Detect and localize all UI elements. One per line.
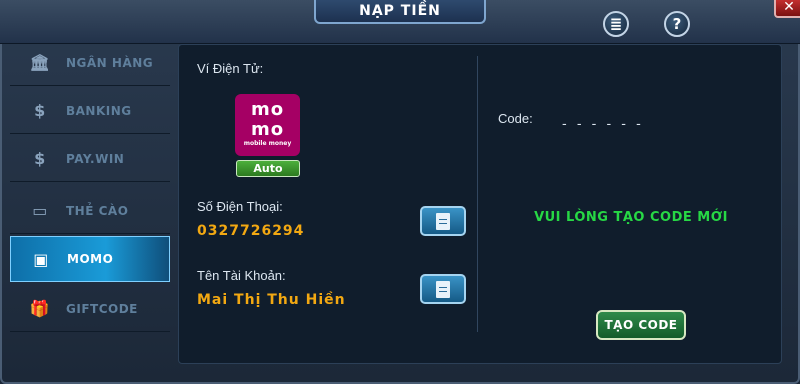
sidebar-item-label: THẺ CÀO bbox=[66, 203, 129, 218]
sidebar-item-label: BANKING bbox=[66, 103, 132, 118]
sidebar-item-paywin[interactable]: $ PAY.WIN bbox=[10, 136, 170, 182]
sidebar-item-label: MOMO bbox=[67, 252, 114, 266]
copy-account-button[interactable] bbox=[420, 274, 466, 304]
bank-icon: 🏛 bbox=[29, 53, 51, 72]
sidebar: 🏛 NGÂN HÀNG $ BANKING $ PAY.WIN ▭ THẺ CÀ… bbox=[10, 40, 172, 370]
sidebar-item-bank[interactable]: 🏛 NGÂN HÀNG bbox=[10, 40, 170, 86]
help-icon[interactable]: ? bbox=[664, 11, 690, 37]
sidebar-item-label: NGÂN HÀNG bbox=[66, 55, 154, 70]
sidebar-item-banking[interactable]: $ BANKING bbox=[10, 88, 170, 134]
code-label: Code: bbox=[498, 111, 533, 126]
account-label: Tên Tài Khoản: bbox=[197, 268, 286, 283]
wallet-icon: ▣ bbox=[33, 249, 49, 269]
momo-logo-line2: mo bbox=[250, 119, 285, 140]
sidebar-item-giftcode[interactable]: 🎁 GIFTCODE bbox=[10, 286, 170, 332]
copy-icon bbox=[436, 280, 450, 298]
create-code-button[interactable]: TẠO CODE bbox=[596, 310, 686, 340]
history-icon[interactable]: ≣ bbox=[603, 11, 629, 37]
sidebar-item-momo[interactable]: ▣ MOMO bbox=[10, 236, 170, 282]
account-value: Mai Thị Thu Hiền bbox=[197, 292, 346, 308]
momo-logo: mo mo mobile money bbox=[235, 94, 300, 156]
momo-logo-line1: mo bbox=[250, 99, 285, 120]
copy-phone-button[interactable] bbox=[420, 206, 466, 236]
close-button[interactable]: ✕ bbox=[774, 0, 800, 18]
wallet-label: Ví Điện Tử: bbox=[197, 61, 264, 76]
momo-logo-sub: mobile money bbox=[243, 140, 292, 147]
sidebar-item-card[interactable]: ▭ THẺ CÀO bbox=[10, 188, 170, 234]
create-code-notice: VUI LÒNG TẠO CODE MỚI bbox=[534, 210, 728, 225]
auto-badge: Auto bbox=[236, 160, 300, 177]
phone-label: Số Điện Thoại: bbox=[197, 199, 283, 214]
phone-payment-icon: $ bbox=[34, 149, 46, 168]
copy-icon bbox=[436, 212, 450, 230]
piggy-bank-icon: $ bbox=[34, 101, 46, 120]
window-title: NẠP TIỀN bbox=[314, 0, 486, 24]
gift-icon: 🎁 bbox=[29, 299, 51, 318]
sidebar-item-label: GIFTCODE bbox=[66, 301, 138, 316]
card-icon: ▭ bbox=[32, 201, 48, 220]
sidebar-item-label: PAY.WIN bbox=[66, 151, 125, 166]
panel-divider bbox=[477, 56, 478, 332]
code-value: - - - - - - bbox=[562, 117, 644, 132]
phone-value: 0327726294 bbox=[197, 223, 305, 239]
